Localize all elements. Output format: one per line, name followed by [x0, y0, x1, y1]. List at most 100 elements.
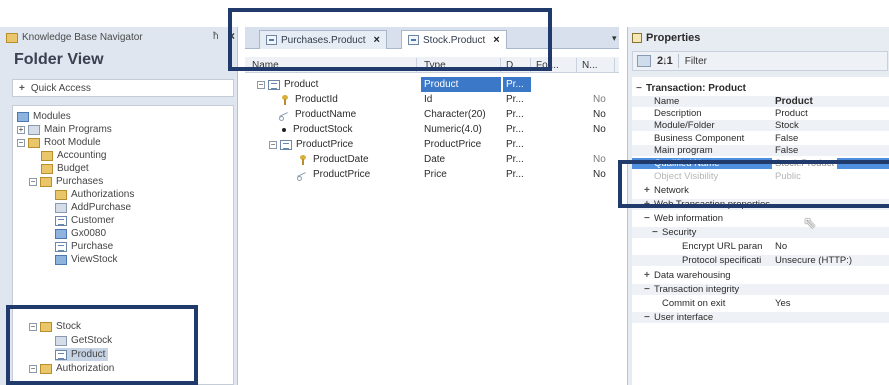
module-icon	[55, 189, 67, 200]
toolbar-separator	[677, 54, 679, 68]
collapse-icon[interactable]: −	[29, 177, 37, 186]
table-row[interactable]: ProductId Id Pr... No	[245, 92, 619, 107]
tree-item-purchase[interactable]: Purchase	[55, 240, 113, 253]
row-description: Pr...	[506, 154, 524, 165]
knowledge-base-icon	[6, 32, 18, 43]
properties-icon	[632, 32, 642, 43]
property-group[interactable]: − Security	[632, 227, 889, 238]
row-name: ProductId	[295, 94, 338, 105]
table-row[interactable]: ProductName Character(20) Pr... No	[245, 107, 619, 122]
properties-title: Properties	[646, 31, 701, 44]
plus-icon: +	[19, 82, 25, 94]
panel-header: Knowledge Base Navigator ħ ×	[6, 29, 236, 46]
properties-toolbar: 2↓1 Filter	[632, 51, 888, 71]
tree-item-accounting[interactable]: Accounting	[41, 149, 106, 162]
tree-item-budget[interactable]: Budget	[41, 162, 89, 175]
tree-item-main-programs[interactable]: + Main Programs	[17, 123, 112, 136]
tree-item-viewstock[interactable]: ViewStock	[55, 253, 118, 266]
tree-item-modules[interactable]: Modules	[17, 110, 71, 123]
row-nullable: No	[593, 124, 606, 135]
row-name: ProductName	[295, 109, 357, 120]
transaction-icon	[55, 215, 67, 226]
quick-access-button[interactable]: + Quick Access	[12, 79, 234, 97]
row-type: Character(20)	[424, 109, 486, 120]
property-row[interactable]: Commit on exit Yes	[632, 298, 889, 309]
row-name: ProductDate	[313, 154, 369, 165]
table-row[interactable]: − ProductPrice ProductPrice Pr...	[245, 137, 619, 152]
property-category[interactable]: − Transaction: Product	[632, 83, 889, 94]
table-row[interactable]: ProductStock Numeric(4.0) Pr... No	[245, 122, 619, 137]
filter-button[interactable]: Filter	[685, 56, 707, 67]
level-icon	[280, 139, 292, 150]
row-name: ProductStock	[293, 124, 353, 135]
webpanel-icon	[55, 228, 67, 239]
property-group[interactable]: − Web information	[632, 213, 889, 224]
property-group[interactable]: + Data warehousing	[632, 270, 889, 281]
expand-icon[interactable]: +	[17, 125, 25, 134]
transaction-icon	[55, 241, 67, 252]
row-description: Pr...	[506, 139, 524, 150]
pin-icon[interactable]: ħ	[213, 31, 219, 42]
row-type: Numeric(4.0)	[424, 124, 482, 135]
highlight-box-qualified-name	[618, 160, 889, 208]
table-row[interactable]: − Product Product Pr...	[245, 77, 619, 92]
panel-title: Knowledge Base Navigator	[22, 32, 143, 43]
row-description: Pr...	[506, 94, 524, 105]
row-description: Pr...	[506, 169, 524, 180]
tab-list-dropdown-icon[interactable]: ▾	[612, 33, 617, 44]
property-row[interactable]: Encrypt URL paran No	[632, 241, 889, 252]
row-name: ProductPrice	[296, 139, 354, 150]
collapse-icon[interactable]: −	[269, 140, 277, 149]
webpanel-icon	[55, 254, 67, 265]
row-type: ProductPrice	[424, 139, 482, 150]
properties-header: Properties	[632, 29, 700, 46]
collapse-icon[interactable]: −	[257, 80, 265, 89]
property-row[interactable]: Protocol specificati Unsecure (HTTP:)	[632, 255, 889, 266]
tree-item-authorizations[interactable]: Authorizations	[55, 188, 134, 201]
tree-item-gx0080[interactable]: Gx0080	[55, 227, 106, 240]
property-row[interactable]: Name Product	[632, 96, 889, 107]
row-description: Pr...	[506, 109, 524, 120]
row-name: ProductPrice	[313, 169, 371, 180]
procedure-icon	[55, 202, 67, 213]
table-row[interactable]: ProductPrice Price Pr... No	[245, 167, 619, 182]
mouse-cursor-icon: ⇖	[803, 215, 817, 232]
property-grid: − Transaction: Product Name Product Desc…	[632, 77, 889, 385]
property-group[interactable]: − User interface	[632, 312, 889, 323]
key-icon	[281, 94, 289, 105]
folder-view-title: Folder View	[14, 51, 104, 68]
row-name: Product	[284, 79, 319, 90]
property-row[interactable]: Main program False	[632, 145, 889, 156]
row-type: Id	[424, 94, 433, 105]
folder-icon	[28, 124, 40, 135]
row-nullable: No	[593, 109, 606, 120]
collapse-icon[interactable]: −	[636, 83, 642, 94]
table-row[interactable]: ProductDate Date Pr... No	[245, 152, 619, 167]
tree-item-customer[interactable]: Customer	[55, 214, 114, 227]
categorized-view-icon[interactable]	[637, 55, 651, 67]
property-group[interactable]: − Transaction integrity	[632, 284, 889, 295]
row-type: Price	[424, 169, 447, 180]
row-description: Pr...	[503, 77, 531, 92]
collapse-icon[interactable]: −	[17, 138, 25, 147]
tree-item-root-module[interactable]: − Root Module	[17, 136, 101, 149]
module-icon	[41, 163, 53, 174]
row-type: Date	[424, 154, 446, 165]
quick-access-label: Quick Access	[30, 82, 91, 94]
column-header-nullable[interactable]: N...	[579, 58, 615, 72]
sort-alphabetical-button[interactable]: 2↓1	[657, 55, 673, 67]
module-icon	[40, 176, 52, 187]
property-row[interactable]: Description Product	[632, 108, 889, 119]
row-nullable: No	[593, 169, 606, 180]
modules-icon	[17, 111, 29, 122]
tree-item-addpurchase[interactable]: AddPurchase	[55, 201, 131, 214]
highlight-box-tabs	[228, 8, 552, 71]
row-description: Pr...	[506, 124, 524, 135]
attribute-bullet-icon	[282, 127, 286, 132]
module-icon	[28, 137, 40, 148]
key-icon	[299, 154, 307, 165]
tree-item-purchases[interactable]: − Purchases	[29, 175, 103, 188]
property-row[interactable]: Module/Folder Stock	[632, 120, 889, 131]
property-row[interactable]: Business Component False	[632, 133, 889, 144]
row-nullable: No	[593, 94, 606, 105]
